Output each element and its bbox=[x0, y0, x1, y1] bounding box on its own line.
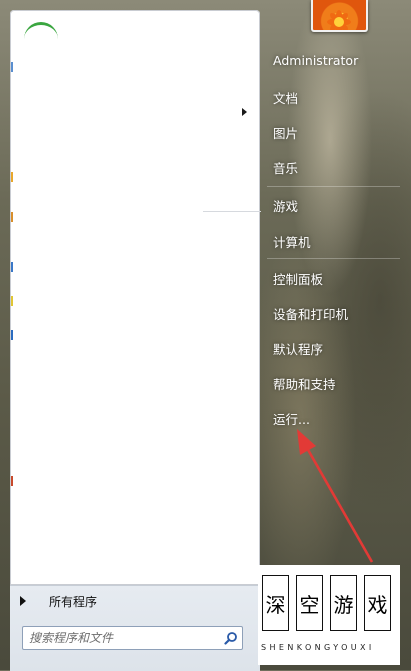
menu-divider bbox=[267, 186, 400, 187]
watermark-logo: 深 空 游 戏 SHENKONGYOUXI bbox=[258, 565, 400, 665]
search-icon[interactable] bbox=[224, 631, 238, 645]
search-box[interactable] bbox=[22, 626, 243, 650]
pinned-item-icon bbox=[11, 262, 13, 272]
menu-item-default-programs[interactable]: 默认程序 bbox=[273, 339, 323, 358]
pinned-item-icon bbox=[11, 212, 13, 222]
user-name-link[interactable]: Administrator bbox=[273, 53, 358, 68]
all-programs-label: 所有程序 bbox=[49, 595, 98, 609]
user-avatar[interactable] bbox=[311, 0, 368, 32]
menu-item-computer[interactable]: 计算机 bbox=[273, 232, 311, 251]
pinned-item-icon bbox=[11, 62, 13, 72]
all-programs-button[interactable]: 所有程序 bbox=[18, 592, 248, 610]
watermark-char: 戏 bbox=[364, 575, 391, 631]
menu-item-games[interactable]: 游戏 bbox=[273, 196, 298, 215]
menu-item-pictures[interactable]: 图片 bbox=[273, 123, 298, 142]
play-arrow-icon bbox=[20, 596, 26, 606]
menu-divider bbox=[267, 258, 400, 259]
menu-item-documents[interactable]: 文档 bbox=[273, 88, 298, 107]
flower-icon bbox=[327, 10, 351, 30]
pinned-item-icon bbox=[11, 330, 13, 340]
watermark-char: 深 bbox=[262, 575, 289, 631]
watermark-subtitle: SHENKONGYOUXI bbox=[261, 643, 375, 652]
start-menu-programs-pane bbox=[10, 10, 261, 585]
menu-item-control-panel[interactable]: 控制面板 bbox=[273, 269, 323, 288]
watermark-char: 游 bbox=[330, 575, 357, 631]
menu-item-devices-printers[interactable]: 设备和打印机 bbox=[273, 304, 348, 323]
watermark-char: 空 bbox=[296, 575, 323, 631]
pinned-item-icon bbox=[11, 172, 13, 182]
divider bbox=[203, 211, 261, 212]
app-logo-icon bbox=[24, 22, 58, 39]
search-input[interactable] bbox=[23, 627, 213, 649]
pinned-item-icon bbox=[11, 476, 13, 486]
menu-item-music[interactable]: 音乐 bbox=[273, 158, 298, 177]
menu-item-run[interactable]: 运行... bbox=[273, 409, 310, 428]
menu-item-help-support[interactable]: 帮助和支持 bbox=[273, 374, 336, 393]
pinned-item-icon bbox=[11, 296, 13, 306]
submenu-arrow-icon[interactable] bbox=[242, 108, 247, 116]
